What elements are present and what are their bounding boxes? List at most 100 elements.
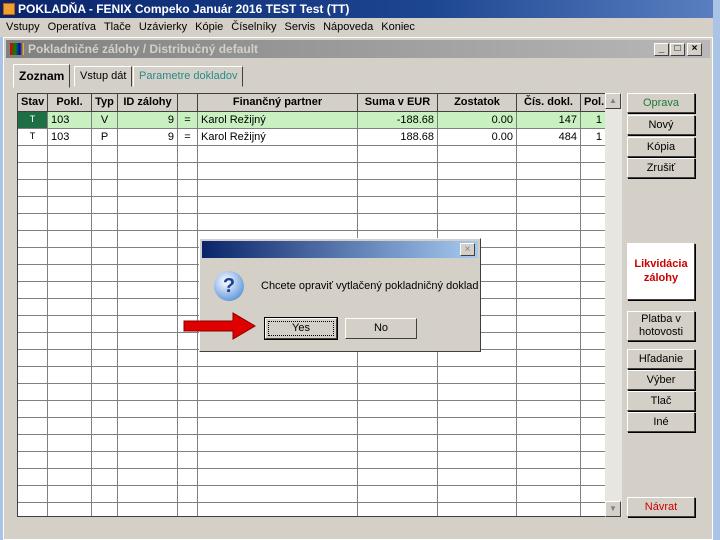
- cell-typ: [92, 486, 118, 503]
- dialog-close-button[interactable]: ×: [460, 243, 475, 256]
- table-row[interactable]: [18, 163, 606, 180]
- cell-pokl: [48, 469, 92, 486]
- dialog-title-bar: ×: [202, 241, 478, 258]
- cell-pol: [581, 401, 606, 418]
- table-row[interactable]: [18, 418, 606, 435]
- cell-eq: [178, 231, 198, 248]
- cell-suma-eur: [358, 452, 438, 469]
- menu-tlace[interactable]: Tlače: [104, 21, 131, 33]
- vertical-scrollbar[interactable]: ▲ ▼: [605, 93, 622, 517]
- likvidacia-zalohy-button[interactable]: Likvidácia zálohy: [627, 243, 695, 300]
- cell-stav: [18, 452, 48, 469]
- cell-stav: [18, 367, 48, 384]
- cell-financny-partner: [198, 214, 358, 231]
- novy-button[interactable]: Nový: [627, 115, 695, 135]
- table-row[interactable]: T 103 P 9 = Karol Režijný 188.68 0.00 484 1: [18, 129, 606, 146]
- table-row[interactable]: [18, 486, 606, 503]
- header-cis-dokl[interactable]: Čís. dokl.: [517, 94, 581, 112]
- header-eq[interactable]: [178, 94, 198, 112]
- kopia-button[interactable]: Kópia: [627, 137, 695, 157]
- app-title-bar: POKLADŇA - FENIX Compeko Január 2016 TES…: [0, 0, 713, 18]
- cell-eq: [178, 248, 198, 265]
- table-row[interactable]: [18, 146, 606, 163]
- header-financny-partner[interactable]: Finančný partner: [198, 94, 358, 112]
- tab-vstup-dat[interactable]: Vstup dát: [74, 66, 133, 87]
- table-row[interactable]: T 103 V 9 = Karol Režijný -188.68 0.00 147 1: [18, 112, 606, 129]
- header-pol[interactable]: Pol.: [581, 94, 606, 112]
- platba-label-1: Platba v: [641, 313, 681, 325]
- cell-pol: [581, 435, 606, 452]
- table-row[interactable]: [18, 469, 606, 486]
- menu-bar: Vstupy Operatíva Tlače Uzávierky Kópie Číseln…: [0, 18, 713, 37]
- cell-cis-dokl: [517, 469, 581, 486]
- menu-kopie[interactable]: Kópie: [195, 21, 223, 33]
- cell-pol: [581, 452, 606, 469]
- menu-koniec[interactable]: Koniec: [381, 21, 415, 33]
- cell-suma-eur: [358, 197, 438, 214]
- cell-financny-partner: [198, 163, 358, 180]
- cell-eq: [178, 146, 198, 163]
- window-icon: [10, 43, 24, 55]
- table-row[interactable]: [18, 435, 606, 452]
- tab-parametre-dokladov[interactable]: Parametre dokladov: [133, 66, 244, 87]
- cell-eq: [178, 384, 198, 401]
- scroll-up-button[interactable]: ▲: [605, 93, 621, 109]
- tab-zoznam[interactable]: Zoznam: [13, 64, 71, 88]
- cell-suma-eur: [358, 469, 438, 486]
- maximize-button[interactable]: □: [670, 43, 685, 56]
- menu-vstupy[interactable]: Vstupy: [6, 21, 40, 33]
- header-zostatok[interactable]: Zostatok: [438, 94, 517, 112]
- tlac-button[interactable]: Tlač: [627, 391, 695, 411]
- cell-pokl: [48, 265, 92, 282]
- navrat-button[interactable]: Návrat: [627, 497, 695, 517]
- likvidacia-label-1: Likvidácia: [634, 258, 688, 270]
- table-row[interactable]: [18, 503, 606, 516]
- platba-v-hotovosti-button[interactable]: Platba v hotovosti: [627, 311, 695, 341]
- cell-pokl: [48, 282, 92, 299]
- ine-button[interactable]: Iné: [627, 412, 695, 432]
- table-row[interactable]: [18, 384, 606, 401]
- cell-id-zalohy: [118, 316, 178, 333]
- cell-id-zalohy: [118, 367, 178, 384]
- cell-zostatok: [438, 146, 517, 163]
- minimize-button[interactable]: _: [654, 43, 669, 56]
- header-suma-eur[interactable]: Suma v EUR: [358, 94, 438, 112]
- table-row[interactable]: [18, 214, 606, 231]
- table-row[interactable]: [18, 197, 606, 214]
- question-icon: ?: [214, 271, 244, 301]
- cell-financny-partner: [198, 197, 358, 214]
- cell-id-zalohy: [118, 469, 178, 486]
- header-pokl[interactable]: Pokl.: [48, 94, 92, 112]
- cell-id-zalohy: [118, 265, 178, 282]
- menu-uzavierky[interactable]: Uzávierky: [139, 21, 187, 33]
- hladanie-button[interactable]: Hľadanie: [627, 349, 695, 369]
- table-row[interactable]: [18, 401, 606, 418]
- cell-eq: [178, 350, 198, 367]
- header-typ[interactable]: Typ: [92, 94, 118, 112]
- yes-button[interactable]: Yes: [265, 318, 337, 339]
- close-button[interactable]: ×: [687, 43, 702, 56]
- menu-ciselniky[interactable]: Číselníky: [231, 21, 276, 33]
- cell-zostatok: [438, 452, 517, 469]
- table-row[interactable]: [18, 367, 606, 384]
- scroll-down-button[interactable]: ▼: [605, 501, 621, 517]
- menu-servis[interactable]: Servis: [285, 21, 316, 33]
- no-button[interactable]: No: [345, 318, 417, 339]
- cell-pokl: [48, 418, 92, 435]
- table-row[interactable]: [18, 180, 606, 197]
- oprava-button[interactable]: Oprava: [627, 93, 695, 113]
- cell-financny-partner: [198, 367, 358, 384]
- header-id-zalohy[interactable]: ID zálohy: [118, 94, 178, 112]
- cell-typ: [92, 350, 118, 367]
- cell-financny-partner: [198, 503, 358, 516]
- cell-cis-dokl: [517, 214, 581, 231]
- table-row[interactable]: [18, 350, 606, 367]
- menu-napoveda[interactable]: Nápoveda: [323, 21, 373, 33]
- table-row[interactable]: [18, 452, 606, 469]
- cell-pol: [581, 469, 606, 486]
- vyber-button[interactable]: Výber: [627, 370, 695, 390]
- menu-operativa[interactable]: Operatíva: [48, 21, 96, 33]
- zrusit-button[interactable]: Zrušiť: [627, 158, 695, 178]
- cell-id-zalohy: [118, 401, 178, 418]
- header-stav[interactable]: Stav: [18, 94, 48, 112]
